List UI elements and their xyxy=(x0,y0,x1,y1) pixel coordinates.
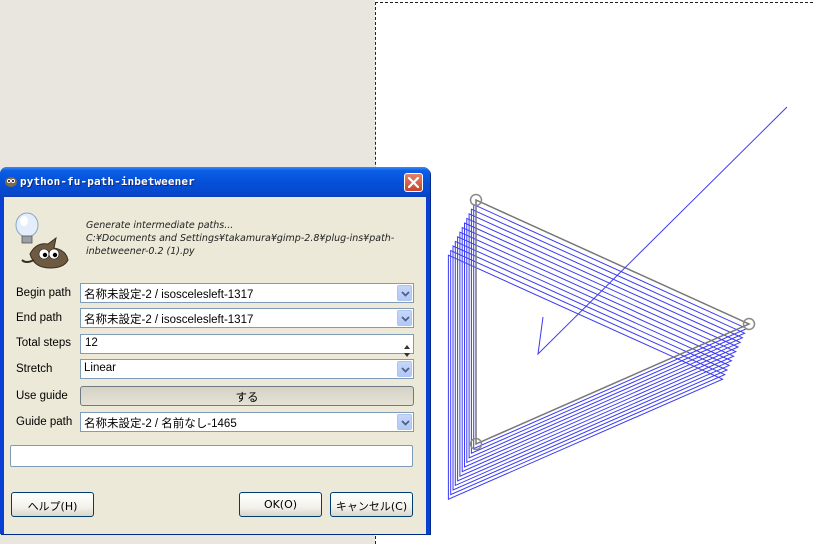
chevron-down-icon xyxy=(401,420,410,426)
guide-path-select[interactable]: 名称未設定-2 / 名前なし-1465 xyxy=(80,412,414,432)
end-path-value: 名称未設定-2 / isoscelesleft-1317 xyxy=(84,314,254,326)
use-guide-toggle[interactable]: する xyxy=(80,386,414,406)
help-button[interactable]: ヘルプ(H) xyxy=(11,492,94,517)
spin-down-icon[interactable] xyxy=(402,344,412,357)
stretch-label: Stretch xyxy=(16,363,53,375)
stretch-select[interactable]: Linear xyxy=(80,359,414,379)
intermediate-path xyxy=(450,249,727,496)
chevron-down-icon xyxy=(401,367,410,373)
plugin-dialog: python-fu-path-inbetweener Generate inte… xyxy=(0,167,430,534)
begin-path-label: Begin path xyxy=(16,287,71,299)
guide-path-line xyxy=(537,106,788,356)
close-button[interactable] xyxy=(404,173,423,192)
ok-button-label: OK(O) xyxy=(263,498,298,511)
close-icon xyxy=(408,177,419,188)
use-guide-value: する xyxy=(235,390,259,404)
guide-path-value: 名称未設定-2 / 名前なし-1465 xyxy=(84,418,237,430)
description-line: Generate intermediate paths... xyxy=(86,220,234,231)
description-line: C:¥Documents and Settings¥takamura¥gimp-… xyxy=(86,233,395,244)
begin-path-select[interactable]: 名称未設定-2 / isoscelesleft-1317 xyxy=(80,283,414,303)
end-path-label: End path xyxy=(16,312,63,324)
guide-path-label: Guide path xyxy=(16,416,73,428)
stretch-value: Linear xyxy=(84,362,116,374)
spin-up-icon[interactable] xyxy=(402,336,412,349)
intermediate-path xyxy=(452,245,729,491)
chevron-down-icon xyxy=(401,316,410,322)
total-steps-spinner[interactable]: 12 xyxy=(80,334,414,357)
total-steps-label: Total steps xyxy=(16,337,71,349)
use-guide-label: Use guide xyxy=(16,390,68,402)
dropdown-button[interactable] xyxy=(397,285,412,301)
dropdown-button[interactable] xyxy=(397,414,412,430)
cancel-button-label: キャンセル(C) xyxy=(335,500,408,513)
gimp-icon xyxy=(5,177,17,187)
chevron-down-icon xyxy=(401,291,410,297)
dropdown-button[interactable] xyxy=(397,361,412,377)
dialog-body: Generate intermediate paths... C:¥Docume… xyxy=(4,197,426,534)
description-line: inbetweener-0.2 (1).py xyxy=(86,246,195,257)
total-steps-value: 12 xyxy=(85,337,98,349)
help-button-label: ヘルプ(H) xyxy=(27,500,78,513)
end-path-select[interactable]: 名称未設定-2 / isoscelesleft-1317 xyxy=(80,308,414,328)
progress-bar xyxy=(10,445,413,467)
dialog-title: python-fu-path-inbetweener xyxy=(20,175,195,188)
dropdown-button[interactable] xyxy=(397,310,412,326)
ok-button[interactable]: OK(O) xyxy=(239,492,322,517)
intermediate-path xyxy=(447,254,724,500)
wilber-mascot-icon xyxy=(15,212,69,269)
cancel-button[interactable]: キャンセル(C) xyxy=(330,492,413,517)
begin-path-value: 名称未設定-2 / isoscelesleft-1317 xyxy=(84,289,254,301)
dialog-titlebar[interactable]: python-fu-path-inbetweener xyxy=(0,167,430,197)
